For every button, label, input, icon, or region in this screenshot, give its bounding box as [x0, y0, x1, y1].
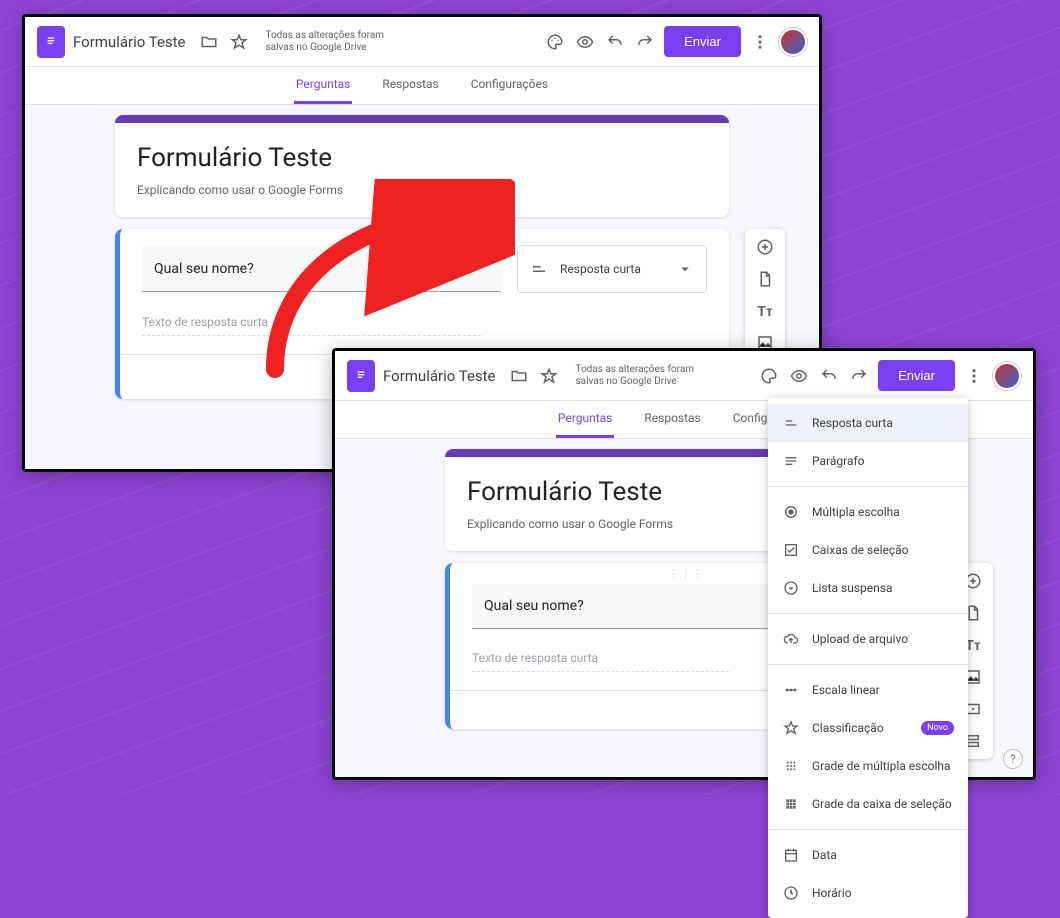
avatar[interactable]: [779, 28, 807, 56]
upload-icon: [782, 630, 800, 648]
menu-item-cb-grid[interactable]: Grade da caixa de seleção: [768, 785, 968, 823]
send-button[interactable]: Enviar: [878, 360, 955, 391]
top-bar: Formulário Teste Todas as alterações for…: [335, 351, 1033, 401]
chevron-down-icon: [674, 258, 696, 280]
top-bar: Formulário Teste Todas as alterações for…: [25, 17, 819, 67]
redo-icon[interactable]: [634, 31, 656, 53]
tab-responses[interactable]: Respostas: [380, 71, 440, 104]
send-button[interactable]: Enviar: [664, 26, 741, 57]
forms-logo[interactable]: [37, 26, 65, 58]
menu-item-date[interactable]: Data: [768, 836, 968, 874]
tab-bar: Perguntas Respostas Configurações: [25, 67, 819, 105]
document-title[interactable]: Formulário Teste: [383, 367, 496, 385]
form-title[interactable]: Formulário Teste: [137, 143, 707, 173]
star-icon[interactable]: [538, 365, 560, 387]
linear-scale-icon: [782, 681, 800, 699]
calendar-icon: [782, 846, 800, 864]
redo-icon[interactable]: [848, 365, 870, 387]
short-answer-icon: [528, 258, 550, 280]
tab-responses[interactable]: Respostas: [642, 405, 702, 438]
forms-logo[interactable]: [347, 360, 375, 392]
undo-icon[interactable]: [604, 31, 626, 53]
save-status: Todas as alterações foram salvas no Goog…: [576, 364, 716, 388]
folder-icon[interactable]: [198, 31, 220, 53]
clock-icon: [782, 884, 800, 902]
menu-item-multiple-choice[interactable]: Múltipla escolha: [768, 493, 968, 531]
preview-icon[interactable]: [788, 365, 810, 387]
radio-icon: [782, 503, 800, 521]
menu-item-dropdown[interactable]: Lista suspensa: [768, 569, 968, 607]
palette-icon[interactable]: [758, 365, 780, 387]
question-type-label: Resposta curta: [560, 262, 641, 276]
add-title-icon[interactable]: Tᴛ: [753, 299, 777, 323]
menu-item-rating[interactable]: Classificação Novo: [768, 709, 968, 747]
checkbox-icon: [782, 541, 800, 559]
tab-questions[interactable]: Perguntas: [294, 71, 352, 104]
import-question-icon[interactable]: [753, 267, 777, 291]
dropdown-icon: [782, 579, 800, 597]
paragraph-icon: [782, 452, 800, 470]
question-type-menu: Resposta curta Parágrafo Múltipla escolh…: [768, 398, 968, 918]
short-answer-placeholder: Texto de resposta curta: [472, 645, 729, 672]
grid-icon: [782, 757, 800, 775]
question-title-input[interactable]: Qual seu nome?: [142, 247, 501, 292]
star-rating-icon: [782, 719, 800, 737]
tab-settings[interactable]: Configurações: [469, 71, 550, 104]
tab-questions[interactable]: Perguntas: [556, 405, 614, 438]
preview-icon[interactable]: [574, 31, 596, 53]
menu-item-linear-scale[interactable]: Escala linear: [768, 671, 968, 709]
folder-icon[interactable]: [508, 365, 530, 387]
more-icon[interactable]: [963, 365, 985, 387]
menu-item-checkbox[interactable]: Caixas de seleção: [768, 531, 968, 569]
save-status: Todas as alterações foram salvas no Goog…: [266, 30, 406, 54]
avatar[interactable]: [993, 362, 1021, 390]
star-icon[interactable]: [228, 31, 250, 53]
menu-item-short-answer[interactable]: Resposta curta: [768, 404, 968, 442]
form-header-card[interactable]: Formulário Teste Explicando como usar o …: [115, 115, 729, 217]
menu-item-time[interactable]: Horário: [768, 874, 968, 912]
undo-icon[interactable]: [818, 365, 840, 387]
short-answer-placeholder: Texto de resposta curta: [142, 309, 481, 336]
checkbox-grid-icon: [782, 795, 800, 813]
form-description[interactable]: Explicando como usar o Google Forms: [137, 183, 707, 197]
more-icon[interactable]: [749, 31, 771, 53]
menu-item-file-upload[interactable]: Upload de arquivo: [768, 620, 968, 658]
short-answer-icon: [782, 414, 800, 432]
palette-icon[interactable]: [544, 31, 566, 53]
menu-item-paragraph[interactable]: Parágrafo: [768, 442, 968, 480]
add-question-icon[interactable]: [753, 235, 777, 259]
menu-item-mc-grid[interactable]: Grade de múltipla escolha: [768, 747, 968, 785]
question-type-dropdown[interactable]: Resposta curta: [517, 245, 707, 293]
new-badge: Novo: [921, 721, 954, 735]
document-title[interactable]: Formulário Teste: [73, 33, 186, 51]
help-icon[interactable]: ?: [1003, 749, 1023, 769]
